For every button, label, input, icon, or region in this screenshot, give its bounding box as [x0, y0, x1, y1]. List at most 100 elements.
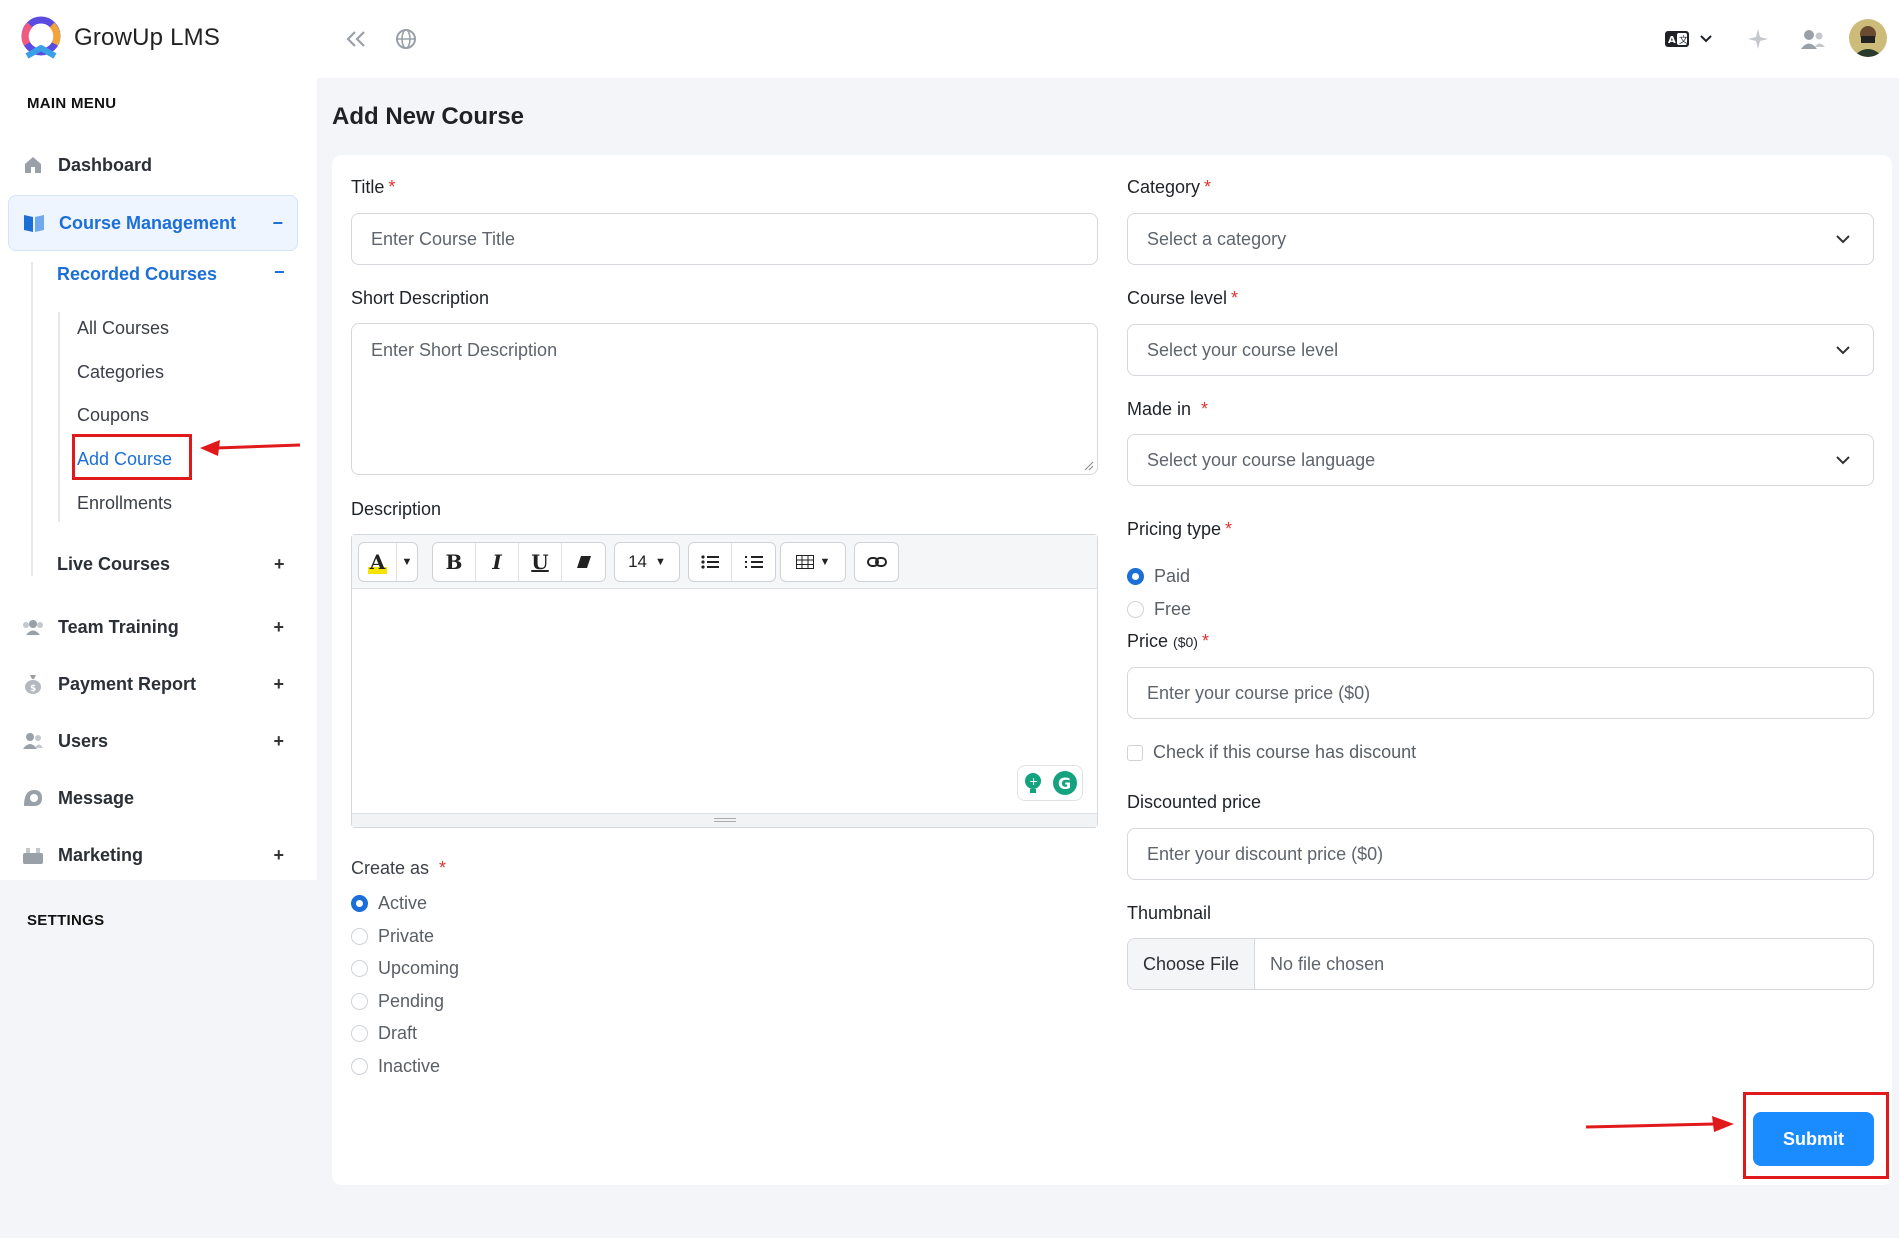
radio-button[interactable]	[351, 960, 368, 977]
required-mark: *	[1201, 631, 1209, 651]
radio-draft[interactable]: Draft	[351, 1023, 417, 1044]
nav-dashboard-label: Dashboard	[58, 154, 153, 175]
radio-active[interactable]: Active	[351, 893, 427, 914]
made-in-placeholder: Select your course language	[1147, 449, 1376, 470]
nav-payment-report[interactable]: $ Payment Report +	[8, 658, 298, 710]
table-icon[interactable]: ▼	[781, 543, 845, 581]
nav-course-management[interactable]: Course Management −	[8, 195, 298, 251]
bold-icon[interactable]: B	[433, 543, 476, 581]
numbered-list-icon[interactable]	[732, 543, 775, 581]
table-dropdown[interactable]: ▼	[780, 542, 846, 582]
bullet-list-icon[interactable]	[689, 543, 732, 581]
font-size-value: 14	[628, 552, 648, 571]
collapse-icon[interactable]	[343, 26, 369, 52]
app-name: GrowUp LMS	[74, 24, 221, 51]
font-size-chevron-icon: ▼	[655, 556, 666, 568]
radio-upcoming[interactable]: Upcoming	[351, 958, 459, 979]
discounted-price-placeholder: Enter your discount price ($0)	[1147, 843, 1384, 864]
chevron-down-icon[interactable]	[1697, 30, 1715, 48]
grammarly-widget[interactable]: + G	[1017, 765, 1083, 801]
nav-live-courses[interactable]: Live Courses	[57, 554, 170, 575]
nav-team-training-label: Team Training	[58, 616, 179, 637]
radio-pending[interactable]: Pending	[351, 991, 444, 1012]
description-editor[interactable]: A ▼ B I U 14 ▼ ▼ + G	[351, 534, 1098, 828]
grammarly-icon: G	[1053, 771, 1077, 795]
price-placeholder: Enter your course price ($0)	[1147, 682, 1371, 703]
radio-button[interactable]	[351, 928, 368, 945]
underline-icon[interactable]: U	[519, 543, 562, 581]
resize-handle-icon[interactable]	[1084, 461, 1094, 471]
marketing-toggle[interactable]: +	[273, 845, 284, 866]
required-mark: *	[1201, 399, 1209, 419]
category-select[interactable]: Select a category	[1127, 213, 1874, 265]
avatar[interactable]	[1849, 19, 1887, 57]
users-icon[interactable]	[1799, 26, 1827, 52]
title-input[interactable]: Enter Course Title	[351, 213, 1098, 265]
radio-button[interactable]	[351, 1058, 368, 1075]
collapse-toggle[interactable]: −	[272, 213, 283, 234]
editor-resize-bar[interactable]	[352, 813, 1097, 827]
radio-button[interactable]	[1127, 601, 1144, 618]
team-training-toggle[interactable]: +	[273, 617, 284, 638]
nav-dashboard[interactable]: Dashboard	[8, 139, 298, 191]
translate-icon[interactable]: A文	[1663, 28, 1691, 50]
course-level-label: Course level *	[1127, 288, 1238, 309]
text-color-icon[interactable]: A	[359, 543, 397, 581]
nav-marketing[interactable]: Marketing +	[8, 829, 298, 881]
users-toggle[interactable]: +	[273, 731, 284, 752]
chevron-down-icon	[1836, 456, 1850, 465]
sub-item-all-courses[interactable]: All Courses	[77, 318, 169, 339]
recorded-courses[interactable]: Recorded Courses	[57, 264, 217, 285]
color-dropdown-icon[interactable]: ▼	[397, 543, 417, 581]
description-label: Description	[351, 499, 442, 519]
team-icon	[22, 616, 44, 638]
eraser-icon[interactable]	[562, 543, 605, 581]
svg-text:A: A	[1668, 35, 1676, 46]
radio-button-selected[interactable]	[351, 895, 368, 912]
marketing-icon	[22, 844, 44, 866]
live-courses-toggle[interactable]: +	[274, 554, 285, 575]
globe-icon[interactable]	[393, 26, 419, 52]
required-mark: *	[439, 858, 447, 878]
nav-course-management-label: Course Management	[59, 212, 237, 233]
made-in-select[interactable]: Select your course language	[1127, 434, 1874, 486]
choose-file-button[interactable]: Choose File	[1128, 939, 1256, 989]
price-input[interactable]: Enter your course price ($0)	[1127, 667, 1874, 719]
radio-paid[interactable]: Paid	[1127, 566, 1190, 587]
nav-message[interactable]: Message	[8, 772, 298, 824]
link-icon[interactable]	[855, 543, 898, 581]
radio-button[interactable]	[351, 993, 368, 1010]
sub-item-categories[interactable]: Categories	[77, 362, 164, 383]
main-menu-heading: MAIN MENU	[27, 95, 117, 112]
radio-inactive[interactable]: Inactive	[351, 1056, 440, 1077]
radio-button-selected[interactable]	[1127, 568, 1144, 585]
course-level-select[interactable]: Select your course level	[1127, 324, 1874, 376]
font-size-dropdown[interactable]: 14 ▼	[614, 542, 680, 582]
italic-icon[interactable]: I	[476, 543, 519, 581]
nav-team-training[interactable]: Team Training +	[8, 601, 298, 653]
app-logo[interactable]: GrowUp LMS	[18, 16, 220, 60]
discount-checkbox-row[interactable]: Check if this course has discount	[1127, 742, 1416, 763]
thumbnail-label: Thumbnail	[1127, 903, 1212, 923]
short-description-textarea[interactable]: Enter Short Description	[351, 323, 1098, 475]
radio-label: Draft	[378, 1023, 418, 1043]
category-label: Category *	[1127, 177, 1211, 198]
editor-toolbar: A ▼ B I U 14 ▼ ▼	[352, 535, 1097, 589]
sub-item-enrollments[interactable]: Enrollments	[77, 493, 172, 514]
discounted-price-input[interactable]: Enter your discount price ($0)	[1127, 828, 1874, 880]
radio-button[interactable]	[351, 1025, 368, 1042]
thumbnail-file-input[interactable]: Choose File No file chosen	[1127, 938, 1874, 990]
highlight-box-add-course	[72, 434, 192, 480]
radio-free[interactable]: Free	[1127, 599, 1191, 620]
sparkle-icon[interactable]	[1745, 26, 1771, 52]
radio-private[interactable]: Private	[351, 926, 434, 947]
required-mark: *	[1204, 177, 1212, 197]
sub-item-coupons[interactable]: Coupons	[77, 405, 149, 426]
payment-report-toggle[interactable]: +	[273, 674, 284, 695]
discount-checkbox[interactable]	[1127, 744, 1143, 761]
submenu-line-inner	[58, 312, 60, 522]
create-as-label-text: Create as	[351, 858, 430, 878]
link-group	[854, 542, 899, 582]
nav-users[interactable]: Users +	[8, 715, 298, 767]
recorded-courses-toggle[interactable]: −	[274, 262, 285, 283]
